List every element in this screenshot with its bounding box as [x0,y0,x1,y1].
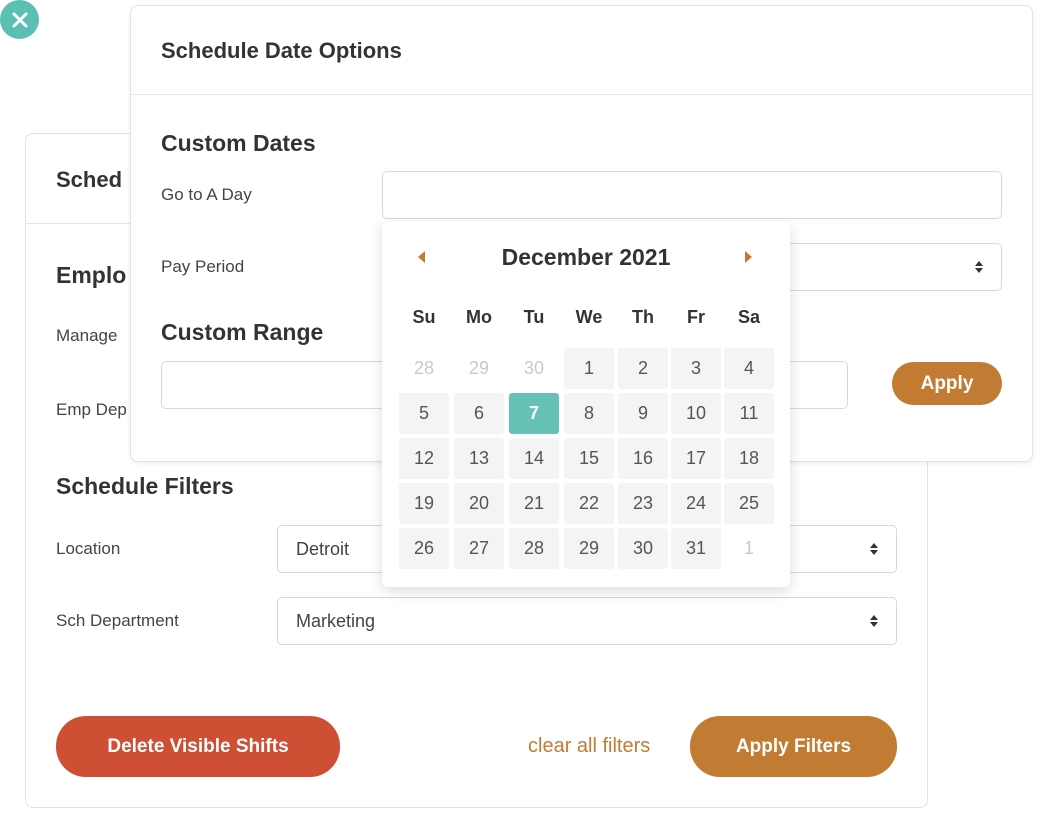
manager-label: Manage [56,326,118,345]
employee-section-heading: Emplo [56,262,127,288]
calendar-day[interactable]: 10 [671,393,721,434]
weekday-label: Sa [737,307,761,327]
weekday-label: Fr [687,307,705,327]
calendar-day[interactable]: 11 [724,393,774,434]
weekday-label: Tu [523,307,545,327]
select-arrows-icon [870,543,878,555]
calendar-day[interactable]: 13 [454,438,504,479]
pay-period-label: Pay Period [161,257,245,276]
go-to-day-label: Go to A Day [161,185,252,204]
next-month-icon[interactable] [745,251,752,263]
calendar-day[interactable]: 23 [618,483,668,524]
sch-department-select-value: Marketing [296,610,376,631]
calendar-day[interactable]: 24 [671,483,721,524]
calendar-day[interactable]: 8 [564,393,614,434]
calendar-day-outside-month[interactable]: 28 [399,348,449,389]
weekday-label: We [575,307,603,327]
calendar-day[interactable]: 2 [618,348,668,389]
emp-department-label: Emp Dep [56,400,127,419]
calendar-day[interactable]: 5 [399,393,449,434]
select-arrows-icon [975,261,983,273]
calendar-day[interactable]: 22 [564,483,614,524]
location-label: Location [56,539,121,558]
calendar-day[interactable]: 15 [564,438,614,479]
calendar-day[interactable]: 27 [454,528,504,569]
calendar-day-selected[interactable]: 7 [509,393,559,434]
schedule-filters-heading: Schedule Filters [56,473,234,499]
schedule-panel-title: Sched [56,167,123,192]
calendar-day[interactable]: 30 [618,528,668,569]
calendar-day[interactable]: 1 [564,348,614,389]
calendar-day[interactable]: 3 [671,348,721,389]
go-to-day-input[interactable] [382,171,1002,219]
apply-filters-button[interactable]: Apply Filters [690,716,897,777]
calendar-day[interactable]: 6 [454,393,504,434]
calendar-day[interactable]: 25 [724,483,774,524]
calendar-day[interactable]: 18 [724,438,774,479]
calendar-day[interactable]: 26 [399,528,449,569]
calendar-day[interactable]: 31 [671,528,721,569]
modal-title: Schedule Date Options [161,38,402,63]
weekday-label: Mo [466,307,492,327]
weekday-label: Th [632,307,654,327]
custom-range-heading: Custom Range [161,319,324,345]
sch-department-select[interactable]: Marketing [277,597,897,645]
calendar-day[interactable]: 20 [454,483,504,524]
calendar-day[interactable]: 14 [509,438,559,479]
calendar-day[interactable]: 28 [509,528,559,569]
date-picker-calendar: December 2021 Su Mo Tu We Th Fr Sa 28 29 30 1 2 3 4 5… [382,222,790,587]
divider [131,94,1032,95]
calendar-day[interactable]: 19 [399,483,449,524]
custom-dates-heading: Custom Dates [161,130,316,156]
calendar-day[interactable]: 12 [399,438,449,479]
calendar-day-outside-month[interactable]: 30 [509,348,559,389]
delete-visible-shifts-button[interactable]: Delete Visible Shifts [56,716,340,777]
location-select-value: Detroit [296,538,350,559]
calendar-day[interactable]: 17 [671,438,721,479]
calendar-day-outside-month[interactable]: 1 [724,528,774,569]
weekday-label: Su [412,307,436,327]
select-arrows-icon [870,615,878,627]
apply-button[interactable]: Apply [892,362,1002,405]
clear-all-filters-link[interactable]: clear all filters [528,735,650,758]
calendar-day-outside-month[interactable]: 29 [454,348,504,389]
calendar-day[interactable]: 9 [618,393,668,434]
calendar-day[interactable]: 29 [564,528,614,569]
sch-department-label: Sch Department [56,611,179,630]
close-icon[interactable] [0,0,39,39]
calendar-month-label: December 2021 [501,244,671,270]
calendar-day[interactable]: 21 [509,483,559,524]
calendar-day[interactable]: 4 [724,348,774,389]
calendar-day[interactable]: 16 [618,438,668,479]
